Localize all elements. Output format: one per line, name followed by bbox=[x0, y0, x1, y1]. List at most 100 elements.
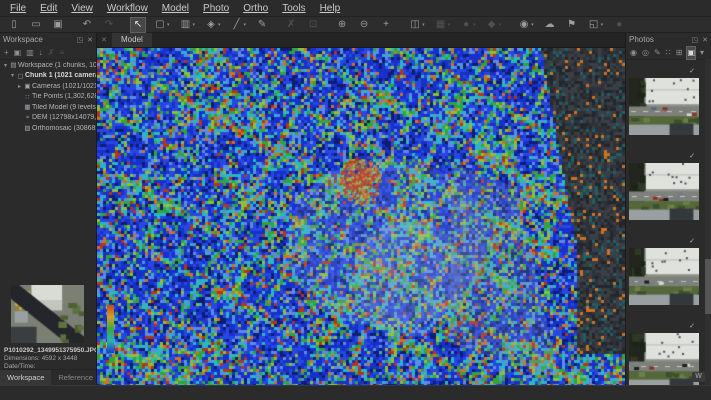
show-cameras-icon: ◉ bbox=[518, 18, 530, 32]
pointer-select-button[interactable]: ↖ bbox=[131, 18, 145, 32]
menu-model[interactable]: Model bbox=[155, 2, 196, 15]
zoom-out-button[interactable]: ⊖ bbox=[357, 18, 371, 32]
confidence-legend bbox=[107, 305, 114, 353]
solid-model-button[interactable]: ◆▾ bbox=[485, 18, 503, 32]
add-folder-icon[interactable]: ▥ bbox=[26, 47, 34, 59]
dropdown-caret-icon[interactable]: ▾ bbox=[193, 22, 196, 28]
preview-filename: P1010292_1349951375950.JPG bbox=[4, 347, 96, 354]
add-chunk-icon[interactable]: + bbox=[4, 47, 9, 59]
remove-item-icon[interactable]: ✗ bbox=[48, 47, 55, 59]
crop-region-icon: ⊡ bbox=[307, 18, 319, 32]
fit-view-button[interactable]: + bbox=[379, 18, 393, 32]
menu-edit[interactable]: Edit bbox=[33, 2, 64, 15]
tab-reference[interactable]: Reference bbox=[51, 370, 100, 385]
model-canvas[interactable] bbox=[97, 48, 625, 385]
new-document-button[interactable]: ▯ bbox=[7, 18, 21, 32]
close-panel-icon[interactable]: ✕ bbox=[702, 36, 708, 44]
save-button[interactable]: ▣ bbox=[51, 18, 65, 32]
application-window: FileEditViewWorkflowModelPhotoOrthoTools… bbox=[0, 0, 711, 400]
expand-arrow-icon[interactable]: ▾ bbox=[2, 62, 9, 69]
workspace-settings-icon[interactable]: ≡ bbox=[60, 47, 65, 59]
dropdown-caret-icon[interactable]: ▾ bbox=[422, 22, 425, 28]
shaded-model-button[interactable]: ●▾ bbox=[459, 18, 477, 32]
gradual-selection-button[interactable]: ◈▾ bbox=[204, 18, 222, 32]
edit-photo-icon[interactable]: ✎ bbox=[654, 47, 661, 59]
menu-tools[interactable]: Tools bbox=[275, 2, 312, 15]
remove-photo-icon[interactable]: ◎ bbox=[642, 47, 649, 59]
tab-model[interactable]: Model bbox=[112, 33, 152, 47]
photo-thumbnail-canvas[interactable] bbox=[629, 78, 699, 135]
tree-item-tie-points[interactable]: ∷Tie Points (1,302,628 points) bbox=[0, 92, 96, 103]
dropdown-caret-icon[interactable]: ▾ bbox=[167, 22, 170, 28]
point-size-button[interactable]: ◫▾ bbox=[408, 18, 426, 32]
grid-button[interactable]: ▦▾ bbox=[434, 18, 452, 32]
model-sphere-button[interactable]: ● bbox=[612, 18, 626, 32]
import-icon[interactable]: ↓ bbox=[39, 47, 43, 59]
tree-item-orthomosaic[interactable]: ▨Orthomosaic (30868x36300, 3 bbox=[0, 123, 96, 134]
tree-item-cameras[interactable]: ▸▣Cameras (1021/1021 aligned) bbox=[0, 81, 96, 92]
open-photo-icon[interactable]: ◉ bbox=[630, 47, 637, 59]
more-options-icon[interactable]: ▾ bbox=[700, 47, 704, 59]
dropdown-caret-icon[interactable]: ▾ bbox=[531, 22, 534, 28]
large-thumbnails-icon[interactable]: ⊞ bbox=[676, 47, 683, 59]
photo-thumbnail-canvas[interactable] bbox=[629, 163, 699, 220]
redo-button[interactable]: ↷ bbox=[102, 18, 116, 32]
dropdown-caret-icon[interactable]: ▾ bbox=[244, 22, 247, 28]
photo-selected-check-icon: ✓ bbox=[689, 152, 695, 160]
photo-thumbnail[interactable]: ✓ bbox=[629, 163, 699, 220]
workspace-panel-header: Workspace ◳ ✕ bbox=[0, 33, 96, 46]
close-panel-icon[interactable]: ✕ bbox=[87, 36, 93, 44]
delete-button[interactable]: ✗ bbox=[284, 18, 298, 32]
details-view-icon[interactable]: ▣ bbox=[687, 47, 695, 59]
rectangle-select-button[interactable]: ▢▾ bbox=[153, 18, 171, 32]
photo-thumbnail[interactable]: ✓ bbox=[629, 333, 699, 390]
open-folder-button[interactable]: ▭ bbox=[29, 18, 43, 32]
tab-workspace[interactable]: Workspace bbox=[0, 370, 51, 385]
crop-region-button[interactable]: ⊡ bbox=[306, 18, 320, 32]
pointer-select-icon: ↖ bbox=[132, 18, 144, 32]
photos-toolbar: ◉ ◎ ✎ ∷ ⊞ ▣ ▾ bbox=[626, 46, 711, 60]
expand-arrow-icon[interactable]: ▸ bbox=[16, 83, 23, 90]
expand-arrow-icon[interactable]: ▾ bbox=[9, 72, 16, 79]
zoom-in-button[interactable]: ⊕ bbox=[335, 18, 349, 32]
photo-thumbnail[interactable]: ✓ bbox=[629, 78, 699, 135]
menu-help[interactable]: Help bbox=[313, 2, 348, 15]
menu-bar: FileEditViewWorkflowModelPhotoOrthoTools… bbox=[0, 0, 711, 17]
dropdown-caret-icon[interactable]: ▾ bbox=[601, 22, 604, 28]
dropdown-caret-icon[interactable]: ▾ bbox=[499, 22, 502, 28]
photo-thumbnail-canvas[interactable] bbox=[629, 333, 699, 390]
small-thumbnails-icon[interactable]: ∷ bbox=[666, 47, 671, 59]
dropdown-caret-icon[interactable]: ▾ bbox=[448, 22, 451, 28]
show-markers-button[interactable]: ⚑ bbox=[565, 18, 579, 32]
menu-ortho[interactable]: Ortho bbox=[236, 2, 275, 15]
menu-workflow[interactable]: Workflow bbox=[100, 2, 155, 15]
menu-view[interactable]: View bbox=[64, 2, 100, 15]
float-panel-icon[interactable]: ◳ bbox=[692, 36, 699, 44]
save-icon: ▣ bbox=[52, 18, 64, 32]
photo-thumbnail[interactable]: ✓ bbox=[629, 248, 699, 305]
orthophoto-button[interactable]: ◱▾ bbox=[587, 18, 605, 32]
add-photos-icon[interactable]: ▣ bbox=[14, 47, 22, 59]
show-cameras-button[interactable]: ◉▾ bbox=[517, 18, 535, 32]
photo-thumbnail-canvas[interactable] bbox=[629, 248, 699, 305]
tree-item-tiled-model[interactable]: ▦Tiled Model (9 levels, 3.17 cm bbox=[0, 102, 96, 113]
tree-item-workspace-root[interactable]: ▾▤Workspace (1 chunks, 1021 cameras) bbox=[0, 60, 96, 71]
draw-button[interactable]: ✎ bbox=[255, 18, 269, 32]
workspace-panel: Workspace ◳ ✕ + ▣ ▥ ↓ ✗ ≡ ▾▤Workspace (1 chun… bbox=[0, 33, 97, 385]
dropdown-caret-icon[interactable]: ▾ bbox=[473, 22, 476, 28]
photos-scrollbar-thumb[interactable] bbox=[705, 259, 711, 314]
menu-file[interactable]: File bbox=[3, 2, 33, 15]
selection-tools-button[interactable]: ▥▾ bbox=[179, 18, 197, 32]
undo-button[interactable]: ↶ bbox=[80, 18, 94, 32]
measure-button[interactable]: ╱▾ bbox=[230, 18, 248, 32]
photos-scrollbar-track[interactable] bbox=[705, 59, 711, 385]
float-panel-icon[interactable]: ◳ bbox=[77, 36, 84, 44]
tree-item-dem[interactable]: ≈DEM (12798x14079, 12.7 cm/ bbox=[0, 113, 96, 124]
dem-icon: ≈ bbox=[23, 114, 32, 121]
model-sphere-icon: ● bbox=[613, 18, 625, 32]
menu-photo[interactable]: Photo bbox=[196, 2, 236, 15]
dropdown-caret-icon[interactable]: ▾ bbox=[218, 22, 221, 28]
point-cloud-button[interactable]: ☁ bbox=[543, 18, 557, 32]
close-view-icon[interactable]: ✕ bbox=[99, 36, 109, 44]
tree-item-chunk-1[interactable]: ▾▢Chunk 1 (1021 cameras, 1,302,6 bbox=[0, 71, 96, 82]
